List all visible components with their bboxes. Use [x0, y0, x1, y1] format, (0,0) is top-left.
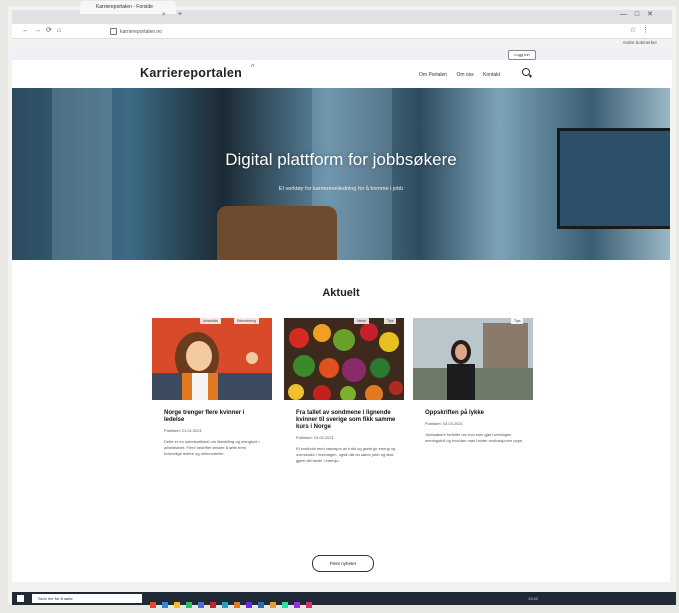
section-title: Aktuelt	[322, 287, 360, 299]
card-title[interactable]: Oppskriften på lykke	[425, 410, 525, 417]
app-icon[interactable]	[198, 602, 204, 608]
bookmarks-bar-item[interactable]: Andre bokmerker	[622, 40, 657, 45]
app-icon[interactable]	[258, 602, 264, 608]
hero-monitor	[557, 128, 670, 229]
hero-chair	[217, 206, 337, 260]
app-icon[interactable]	[162, 602, 168, 608]
search-icon[interactable]	[522, 68, 530, 76]
hero-banner	[12, 88, 670, 260]
system-tray-clock[interactable]: 13:42	[528, 596, 538, 601]
news-card[interactable]: Tips Oppskriften på lykke Publisert: 03.…	[413, 318, 533, 516]
nav-item-kontakt[interactable]: Kontakt	[483, 72, 500, 78]
app-icon[interactable]	[210, 602, 216, 608]
logo-mark-icon: ^	[251, 64, 255, 71]
windows-start-icon[interactable]	[17, 595, 24, 602]
app-icon[interactable]	[246, 602, 252, 608]
site-header	[12, 60, 672, 88]
new-tab-icon[interactable]: +	[178, 11, 182, 18]
card-image	[413, 318, 533, 400]
nav-item-om-portalen[interactable]: Om Portalen	[419, 72, 447, 78]
browser-nav-buttons[interactable]: ←→⟳⌂	[22, 26, 66, 34]
app-icon[interactable]	[270, 602, 276, 608]
app-icon[interactable]	[306, 602, 312, 608]
login-button[interactable]: Logg inn	[508, 50, 536, 60]
card-tag[interactable]: Helse	[354, 318, 369, 324]
card-title[interactable]: Norge trenger flere kvinner i ledelse	[164, 410, 264, 424]
news-card[interactable]: Arbeidsliv Rekruttering Norge trenger fl…	[152, 318, 272, 516]
app-icon[interactable]	[234, 602, 240, 608]
card-date: Publisert: 21.01.2021	[164, 428, 202, 433]
hero-title: Digital plattform for jobbsøkere	[225, 150, 457, 169]
card-text: Dette er en nyhetsartikkel om likestilli…	[164, 439, 260, 456]
tab-close-icon[interactable]: ×	[162, 12, 166, 18]
card-tag[interactable]: Rekruttering	[234, 318, 260, 324]
more-news-button[interactable]: Flere nyheter	[312, 555, 374, 572]
card-tag[interactable]: Arbeidsliv	[200, 318, 222, 324]
lock-icon	[110, 28, 117, 36]
url-field[interactable]: karriereportalen.no	[110, 27, 580, 37]
card-date: Publisert: 03.03.2021	[425, 421, 463, 426]
news-card[interactable]: Helse Tips Fra tallet av sondmene i lign…	[284, 318, 404, 516]
card-date: Publisert: 10.02.2021	[296, 435, 334, 440]
top-strip	[12, 48, 672, 60]
taskbar-search-input[interactable]: Skriv her for å søke	[32, 594, 142, 603]
card-tag[interactable]: Tips	[511, 318, 524, 324]
window-controls[interactable]: —□✕	[620, 10, 661, 18]
hero-glass-panel	[52, 88, 112, 260]
card-tag[interactable]: Tips	[384, 318, 397, 324]
taskbar-apps	[150, 595, 318, 613]
url-text: karriereportalen.no	[120, 29, 162, 35]
site-logo[interactable]: Karriereportalen	[140, 66, 242, 80]
app-icon[interactable]	[186, 602, 192, 608]
app-icon[interactable]	[294, 602, 300, 608]
card-image	[284, 318, 404, 400]
hero-subtitle: Et verktøy for karriereveiledning for å …	[278, 186, 404, 192]
app-icon[interactable]	[150, 602, 156, 608]
card-image	[152, 318, 272, 400]
app-icon[interactable]	[174, 602, 180, 608]
nav-item-om-oss[interactable]: Om oss	[456, 72, 473, 78]
main-nav: Om Portalen Om oss Kontakt	[419, 72, 508, 78]
card-title[interactable]: Fra tallet av sondmene i lignende kvinne…	[296, 410, 396, 431]
browser-actions[interactable]: ☆⋮	[630, 26, 655, 34]
app-icon[interactable]	[222, 602, 228, 608]
card-text: Et kosthold med variasjon av frukt og gr…	[296, 446, 396, 463]
card-text: Jobbsøkere forteller om hva som gjør hve…	[425, 432, 524, 443]
app-icon[interactable]	[282, 602, 288, 608]
